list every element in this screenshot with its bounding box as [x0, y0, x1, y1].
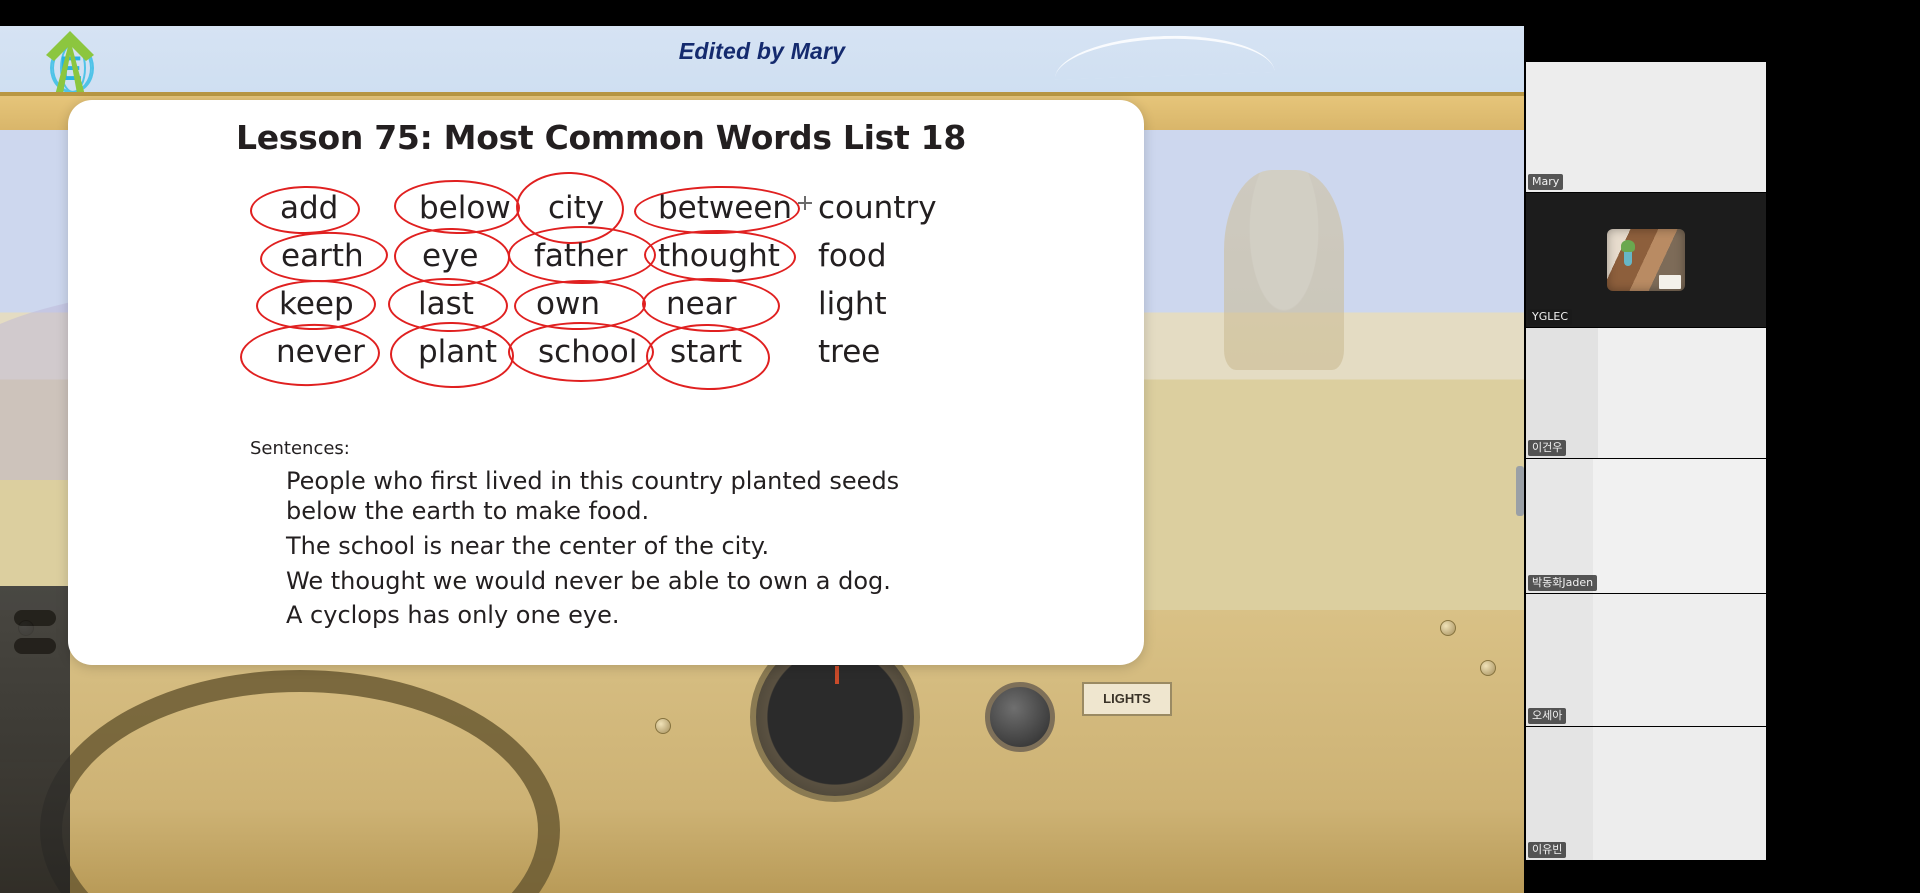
word-item[interactable]: start: [670, 328, 742, 376]
participant-name: 이유빈: [1528, 842, 1567, 858]
video-feed: [1526, 594, 1766, 726]
participant-name: YGLEC: [1528, 309, 1573, 325]
lights-label: LIGHTS: [1082, 682, 1172, 716]
word-item[interactable]: thought: [658, 232, 780, 280]
slide-stage: E Edited by Mary LIGHTS Lesson 75: Most …: [0, 26, 1524, 893]
lesson-title: Lesson 75: Most Common Words List 18: [236, 118, 966, 157]
share-resize-handle[interactable]: [1516, 466, 1524, 516]
screw-icon: [1480, 660, 1496, 676]
screw-icon: [655, 718, 671, 734]
participant-tile-3[interactable]: 이건우: [1526, 328, 1766, 458]
dashboard-knob: [985, 682, 1055, 752]
sentence-line: We thought we would never be able to own…: [286, 566, 891, 595]
participant-tile-6-active-speaker[interactable]: 이유빈: [1526, 727, 1766, 860]
word-item[interactable]: below: [419, 184, 511, 232]
sentences-label: Sentences:: [250, 438, 350, 459]
participant-tile-yglec[interactable]: YGLEC: [1526, 193, 1766, 327]
vent-slot: [14, 638, 56, 654]
shared-screen-area: E Edited by Mary LIGHTS Lesson 75: Most …: [0, 0, 1524, 893]
participant-name: 박동화Jaden: [1528, 575, 1598, 591]
word-row: keep last own near light: [246, 276, 1106, 334]
word-item[interactable]: light: [818, 280, 887, 328]
participant-name: 이건우: [1528, 440, 1567, 456]
participant-name: 오세아: [1528, 708, 1567, 724]
sentences-section: Sentences: People who first lived in thi…: [250, 438, 1110, 635]
word-item[interactable]: country: [818, 184, 937, 232]
bus-left-panel: [0, 586, 70, 893]
paper-decoration: [1659, 275, 1681, 289]
plant-decoration: [1621, 240, 1636, 267]
word-item[interactable]: keep: [279, 280, 354, 328]
giraffe-silhouette: [1224, 170, 1344, 370]
word-row: never plant school start tree: [238, 320, 1106, 392]
gauge-needle: [835, 666, 839, 684]
sentence-line: A cyclops has only one eye.: [286, 601, 620, 630]
video-feed: [1526, 328, 1766, 458]
word-item[interactable]: father: [534, 232, 628, 280]
word-item[interactable]: school: [538, 328, 637, 376]
video-feed: [1526, 727, 1766, 860]
vent-slot: [14, 610, 56, 626]
sentence-item: We thought we would never be able to own…: [286, 566, 1110, 597]
word-item[interactable]: earth: [281, 232, 364, 280]
word-item[interactable]: plant: [418, 328, 497, 376]
participant-tile-mary[interactable]: Mary: [1526, 62, 1766, 192]
word-item[interactable]: never: [276, 328, 365, 376]
sentence-item: People who first lived in this country p…: [286, 466, 1110, 527]
word-item[interactable]: city: [548, 184, 604, 232]
participant-tile-4[interactable]: 박동화Jaden: [1526, 459, 1766, 593]
word-item[interactable]: own: [536, 280, 600, 328]
mouse-cursor: [798, 196, 812, 210]
zoom-meeting-screen: E Edited by Mary LIGHTS Lesson 75: Most …: [0, 0, 1920, 893]
word-row: earth eye father thought food: [246, 226, 1106, 288]
steering-wheel: [40, 670, 560, 893]
word-item[interactable]: eye: [422, 232, 479, 280]
word-row: add below city between country: [246, 170, 1106, 246]
screw-icon: [1440, 620, 1456, 636]
sentence-line: People who first lived in this country p…: [286, 466, 900, 495]
participant-filmstrip: Mary YGLEC 이건우 박동화Jaden 오세아 이유빈: [1524, 0, 1920, 893]
lesson-slide-card: Lesson 75: Most Common Words List 18 add…: [68, 100, 1144, 665]
participant-tile-5[interactable]: 오세아: [1526, 594, 1766, 726]
sentence-item: The school is near the center of the cit…: [286, 531, 1110, 562]
sentence-line: The school is near the center of the cit…: [286, 532, 770, 561]
word-item[interactable]: between: [658, 184, 792, 232]
participant-name: Mary: [1528, 174, 1564, 190]
shared-screen-title: Edited by Mary: [678, 38, 846, 64]
sentence-line: below the earth to make food.: [286, 497, 650, 526]
video-feed: [1526, 62, 1766, 192]
video-feed: [1526, 459, 1766, 593]
word-item[interactable]: tree: [818, 328, 880, 376]
word-item[interactable]: near: [666, 280, 736, 328]
word-item[interactable]: add: [280, 184, 338, 232]
sentence-item: A cyclops has only one eye.: [286, 600, 1110, 631]
sentences-list: People who first lived in this country p…: [286, 466, 1110, 632]
word-item[interactable]: last: [418, 280, 474, 328]
shared-photo-thumbnail: [1607, 229, 1685, 291]
word-item[interactable]: food: [818, 232, 887, 280]
